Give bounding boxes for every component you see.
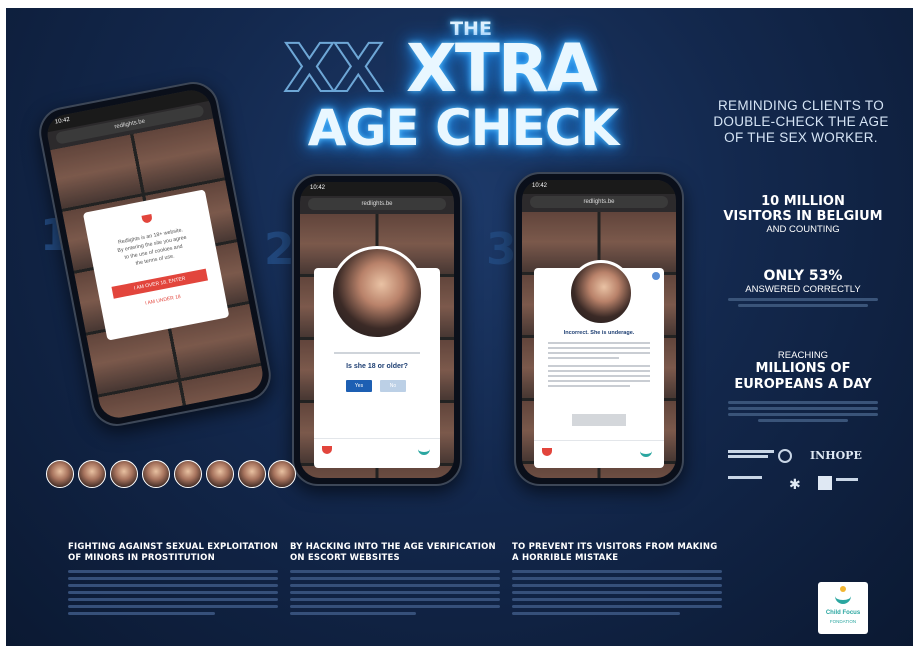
divider [314,438,440,439]
blurred-text [728,298,878,301]
model-photo [330,246,424,340]
phone-3-screen: 10:42 redlights.be Incorrect. She is und… [522,180,676,478]
stat-answered-caption: ANSWERED CORRECTLY [745,284,861,295]
partner-logo-inhope: INHOPE [810,449,862,462]
model-photo [568,260,634,326]
partner-logo-mark [778,449,792,463]
face-photo [142,460,170,488]
continue-button[interactable] [572,414,626,426]
child-focus-icon [835,590,851,604]
child-focus-logo [640,446,652,457]
stat-visitors: 10 MILLION VISITORS IN BELGIUM AND COUNT… [718,194,888,235]
status-bar: 10:42 [522,180,676,194]
redlights-logo [322,446,332,454]
column-1-heading: FIGHTING AGAINST SEXUAL EXPLOITATION OF … [68,542,279,563]
blurred-text [728,407,878,410]
title-age-check: AGE CHECK [307,99,619,157]
face-photo [78,460,106,488]
stat-answered-value: ONLY 53% [763,268,843,284]
stat-reach: REACHING MILLIONS OF EUROPEANS A DAY [718,350,888,422]
faces-row [46,460,296,490]
age-check-modal: Is she 18 or older? Yes No [314,246,440,468]
column-3-heading: TO PREVENT ITS VISITORS FROM MAKING A HO… [512,542,718,563]
result-body-blurred [548,342,650,390]
stat-answered: ONLY 53% ANSWERED CORRECTLY [718,268,888,307]
brand-sub: FONDATION [829,619,857,624]
partner-logo-2 [728,476,762,495]
face-photo [46,460,74,488]
child-focus-logo [418,444,430,455]
title-xtra: XTRA [406,30,598,107]
phone-3: 10:42 redlights.be Incorrect. She is und… [514,172,684,486]
blurred-text [728,401,878,404]
column-2-heading: BY HACKING INTO THE AGE VERIFICATION ON … [290,542,496,563]
poster: THE XX XTRA AGE CHECK REMINDING CLIENTS … [6,8,913,646]
stat-reach-value: MILLIONS OF EUROPEANS A DAY [734,361,872,392]
stat-visitors-value: 10 MILLION VISITORS IN BELGIUM [723,194,883,224]
result-modal: Incorrect. She is underage. [534,260,664,468]
child-focus-dot [840,586,846,592]
face-photo [110,460,138,488]
close-icon[interactable] [652,272,660,280]
no-button[interactable]: No [380,380,406,392]
phone-2-screen: 10:42 redlights.be Is she 18 or older? Y… [300,182,454,478]
url-bar[interactable]: redlights.be [308,198,446,210]
column-2-body [290,570,500,619]
phone-1: 10:42 redlights.be Redlights is an 18+ w… [34,77,276,431]
partner-logo-4 [818,476,832,490]
step-number-2: 2 [264,224,295,275]
phone-1-screen: 10:42 redlights.be Redlights is an 18+ w… [44,86,266,422]
face-photo [206,460,234,488]
step-number-3: 3 [486,224,517,275]
blurred-text [738,304,868,307]
age-gate-text: Redlights is an 18+ website. By entering… [116,227,188,267]
brand-name: Child Focus [825,610,861,616]
redlights-logo [141,213,153,224]
child-focus-brand-logo: Child Focus FONDATION [818,582,868,634]
redlights-logo [542,448,552,456]
stat-visitors-caption: AND COUNTING [766,224,840,235]
stat-reach-pre: REACHING [777,350,829,361]
face-photo [174,460,202,488]
partner-logo-4-text [836,478,858,481]
column-3-body [512,570,722,619]
title-xx-outline: XX [283,30,385,107]
status-bar: 10:42 [300,182,454,196]
url-bar[interactable]: redlights.be [530,196,668,208]
partner-logo-3: ✱ [789,476,801,492]
face-photo [238,460,266,488]
blurred-text [334,352,420,354]
result-headline: Incorrect. She is underage. [563,330,635,336]
tagline: REMINDING CLIENTS TO DOUBLE-CHECK THE AG… [713,98,889,145]
age-question: Is she 18 or older? [346,363,408,370]
age-gate-modal: Redlights is an 18+ website. By entering… [82,189,230,341]
face-photo [268,460,296,488]
blurred-text [758,419,848,422]
blurred-text [728,413,878,416]
divider [534,440,664,441]
yes-button[interactable]: Yes [346,380,372,392]
phone-2: 10:42 redlights.be Is she 18 or older? Y… [292,174,462,486]
column-1-body [68,570,278,619]
